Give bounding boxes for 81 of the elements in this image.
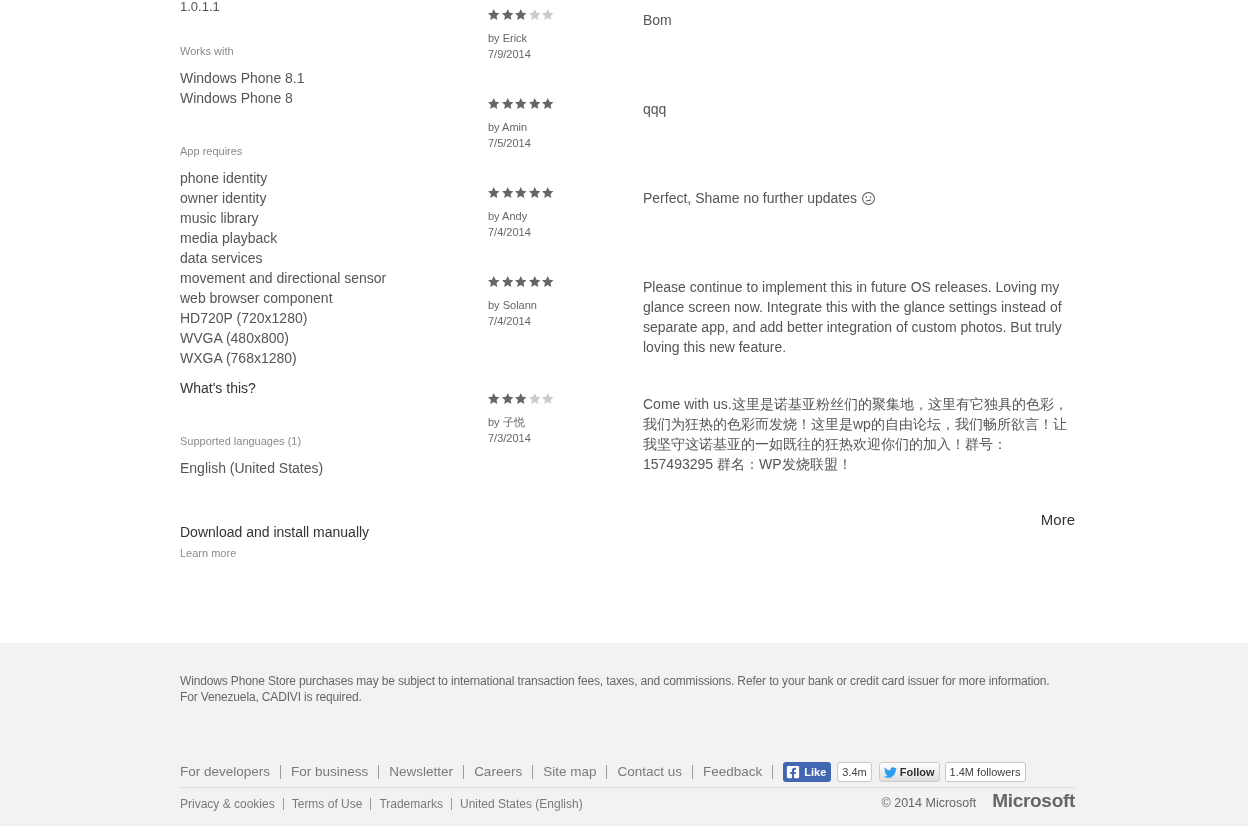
review-text: Perfect, Shame no further updates — [643, 190, 857, 206]
legal-link[interactable]: Terms of Use — [291, 796, 363, 812]
section-label: App requires — [180, 144, 244, 159]
star-icon — [515, 8, 527, 20]
language-text: English (United States) — [180, 459, 325, 478]
star-icon — [501, 97, 513, 109]
review-text: qqq — [643, 101, 667, 117]
more-link[interactable]: More — [1040, 510, 1075, 530]
star-icon — [515, 186, 527, 198]
star-icon — [501, 392, 513, 404]
star-icon — [528, 275, 540, 287]
requirement-text: phone identity — [180, 169, 269, 188]
review-text: Please continue to implement this in future OS releases. Loving my glance screen now. Integrate this with the glance settings instead of separate app, and add better integration of custom photos. But truly loving this new feature. — [643, 279, 1062, 355]
requirement-text: web browser component — [180, 289, 334, 308]
requirement-text: data services — [180, 249, 264, 268]
requirement-text: WVGA (480x800) — [180, 329, 290, 348]
footer-link[interactable]: Site map — [543, 762, 597, 782]
star-icon — [528, 392, 540, 404]
facebook-icon — [786, 765, 801, 779]
star-icon — [542, 186, 554, 198]
review-text: Bom — [643, 12, 672, 28]
requirement-text: movement and directional sensor — [180, 269, 388, 288]
requirement-text: WXGA (768x1280) — [180, 349, 298, 368]
requirement-text: owner identity — [180, 189, 268, 208]
star-icon — [515, 97, 527, 109]
legal-link[interactable]: Trademarks — [379, 796, 443, 812]
star-icon — [501, 275, 513, 287]
download-link[interactable]: Download and install manually — [180, 522, 370, 542]
legal-link[interactable]: United States (English) — [459, 796, 583, 812]
like-button[interactable]: Like — [783, 762, 832, 782]
star-icon — [501, 186, 513, 198]
review-author: by 子悦 — [488, 415, 525, 430]
footer-link[interactable]: For business — [291, 762, 369, 782]
star-icon — [528, 8, 540, 20]
learn-more-link[interactable]: Learn more — [180, 545, 237, 561]
version-text: 1.0.1.1 — [180, 0, 221, 14]
footer-link[interactable]: Newsletter — [389, 762, 454, 782]
help-link[interactable]: What's this? — [180, 378, 256, 398]
footer-link[interactable]: Feedback — [702, 762, 763, 782]
footer-link[interactable]: For developers — [180, 762, 271, 782]
star-icon — [515, 275, 527, 287]
star-icon — [488, 392, 500, 404]
review-text: Come with us.这里是诺基亚粉丝们的聚集地，这里有它独具的色彩，我们为狂热的色彩而发烧！这里是wp的自由论坛，我们畅所欲言！让我坚守这诺基亚的一如既往的狂热欢迎你们的加入！群号：157493295 群名：WP发烧联盟！ — [643, 396, 1068, 472]
copyright-text: © 2014 Microsoft — [881, 794, 977, 811]
star-icon — [542, 97, 554, 109]
requirement-text: music library — [180, 209, 260, 228]
star-icon — [542, 8, 554, 20]
star-icon — [528, 97, 540, 109]
review-date: 7/5/2014 — [488, 136, 531, 151]
review-author: by Erick — [488, 31, 528, 46]
requirement-text: HD720P (720x1280) — [180, 309, 309, 328]
footer-link[interactable]: Contact us — [617, 762, 682, 782]
star-icon — [488, 8, 500, 20]
star-icon — [501, 8, 513, 20]
disclaimer-text: Windows Phone Store purchases may be subject to international transaction fees, taxes, and commissions. Refer to your bank or credit card issuer for more information. For Venezuela, CADIVI is required. — [180, 673, 1051, 705]
review-author: by Amin — [488, 120, 528, 135]
star-icon — [528, 186, 540, 198]
review-date: 7/4/2014 — [488, 314, 531, 329]
star-icon — [542, 275, 554, 287]
platform-text: Windows Phone 8 — [180, 89, 294, 108]
review-author: by Andy — [488, 209, 528, 224]
bird-icon — [883, 765, 897, 779]
platform-text: Windows Phone 8.1 — [180, 69, 306, 88]
like-count: 3.4m — [837, 762, 872, 782]
footer-link[interactable]: Careers — [474, 762, 523, 782]
review-date: 7/3/2014 — [488, 431, 531, 446]
legal-link[interactable]: Privacy & cookies — [180, 796, 275, 812]
star-icon — [515, 392, 527, 404]
star-icon — [488, 275, 500, 287]
logo-wordmark[interactable]: Microsoft — [992, 789, 1075, 812]
star-icon — [488, 186, 500, 198]
requirement-text: media playback — [180, 229, 279, 248]
follower-count: 1.4M followers — [944, 762, 1026, 782]
review-date: 7/4/2014 — [488, 225, 531, 240]
star-icon — [542, 392, 554, 404]
section-label: Works with — [180, 44, 235, 59]
review-author: by Solann — [488, 298, 537, 313]
section-label: Supported languages (1) — [180, 434, 303, 449]
follow-button[interactable]: Follow — [878, 762, 940, 782]
review-date: 7/9/2014 — [488, 47, 531, 62]
star-icon — [488, 97, 500, 109]
